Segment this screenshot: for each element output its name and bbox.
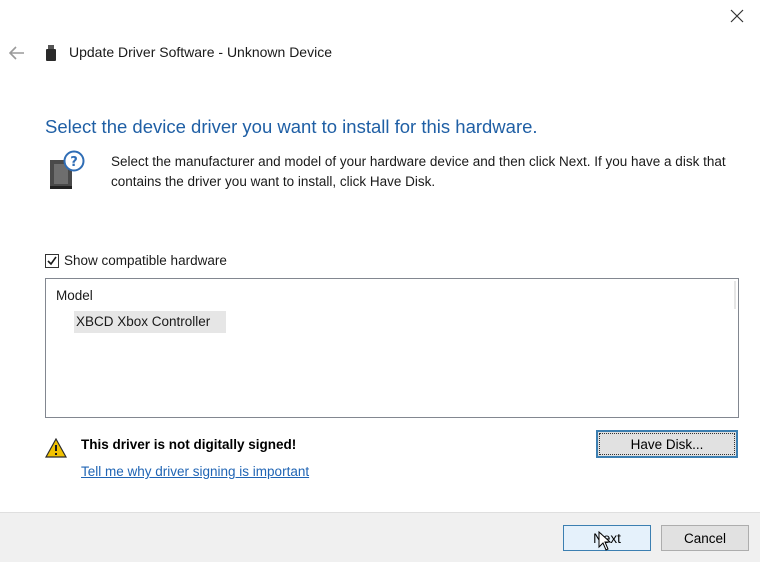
usb-device-icon [45,44,57,67]
show-compatible-label: Show compatible hardware [64,253,227,268]
close-icon [730,9,744,23]
checkmark-icon [47,256,57,265]
model-column-header: Model [56,288,93,303]
svg-text:?: ? [70,155,78,170]
list-item[interactable]: XBCD Xbox Controller [74,311,226,333]
driver-signing-link[interactable]: Tell me why driver signing is important [81,464,309,479]
warning-icon [44,437,68,463]
close-button[interactable] [714,0,760,32]
cancel-button[interactable]: Cancel [661,525,749,551]
back-button[interactable] [6,42,28,64]
have-disk-button[interactable]: Have Disk... [596,430,738,458]
hardware-help-icon: ? [47,150,87,197]
next-button[interactable]: Next [563,525,651,551]
warning-text: This driver is not digitally signed! [81,437,297,452]
show-compatible-checkbox[interactable] [45,253,59,268]
footer-bar: Next Cancel [0,512,760,562]
instructions-text: Select the manufacturer and model of you… [111,154,726,189]
list-scrollbar[interactable] [734,281,736,309]
window-title: Update Driver Software - Unknown Device [69,44,332,60]
model-list[interactable]: Model XBCD Xbox Controller [45,278,739,418]
page-heading: Select the device driver you want to ins… [45,116,538,138]
back-arrow-icon [9,46,24,60]
show-compatible-checkbox-row[interactable]: Show compatible hardware [45,253,227,268]
header-bar: Update Driver Software - Unknown Device [0,42,760,66]
